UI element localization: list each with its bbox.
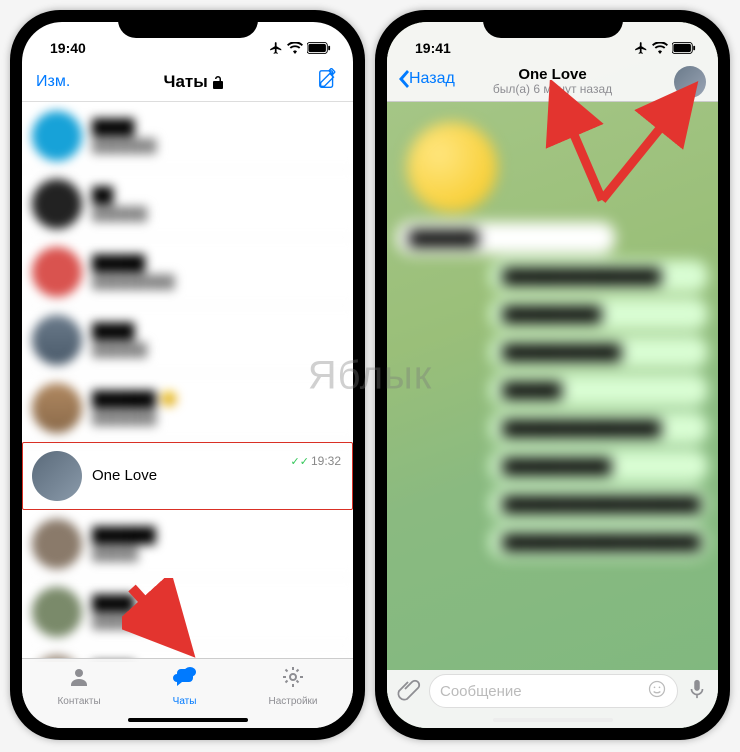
- airplane-icon: [269, 41, 283, 55]
- chevron-left-icon: [397, 70, 409, 88]
- chat-row[interactable]: ██████████: [22, 306, 353, 374]
- tab-contacts[interactable]: Контакты: [57, 665, 100, 707]
- chat-row[interactable]: ████████: [22, 170, 353, 238]
- battery-icon: [307, 42, 331, 54]
- tab-settings[interactable]: Настройки: [268, 665, 317, 707]
- tab-label: Настройки: [268, 696, 317, 707]
- chat-row[interactable]: ██████████: [22, 578, 353, 646]
- compose-icon: [317, 68, 339, 90]
- mic-icon: [686, 677, 708, 701]
- header-avatar[interactable]: [674, 66, 706, 98]
- tab-chats[interactable]: Чаты: [172, 665, 198, 707]
- chats-icon: [172, 665, 198, 695]
- notch: [483, 10, 623, 38]
- tab-label: Контакты: [57, 696, 100, 707]
- message-input[interactable]: Сообщение: [429, 674, 678, 708]
- message-out: ████████████████████: [490, 488, 708, 520]
- compose-button[interactable]: [317, 68, 339, 95]
- chat-row-one-love[interactable]: One Love ✓✓ 19:32: [22, 442, 353, 510]
- voice-button[interactable]: [686, 677, 708, 706]
- screen-chat-conversation: 19:41 Назад One Love был(а) 6 минут наза…: [387, 22, 718, 728]
- unlock-icon: [212, 75, 224, 89]
- home-indicator[interactable]: [128, 718, 248, 722]
- chat-row[interactable]: ██████████████: [22, 238, 353, 306]
- message-out: ████████████████████: [490, 526, 708, 558]
- page-title: Чаты: [164, 72, 224, 92]
- chat-last-seen: был(а) 6 минут назад: [493, 83, 612, 96]
- chat-title-area[interactable]: One Love был(а) 6 минут назад: [493, 67, 612, 97]
- settings-icon: [268, 665, 317, 695]
- back-button[interactable]: Назад: [397, 70, 455, 88]
- message-out: ██████: [490, 374, 708, 406]
- chat-name: One Love: [92, 467, 343, 484]
- paperclip-icon: [397, 677, 421, 701]
- airplane-icon: [634, 41, 648, 55]
- wifi-icon: [287, 42, 303, 54]
- tab-label: Чаты: [173, 696, 197, 707]
- sticker: [407, 122, 497, 212]
- message-out: ████████████: [490, 336, 708, 368]
- message-out: ████████████████: [490, 412, 708, 444]
- avatar: [32, 451, 82, 501]
- input-placeholder: Сообщение: [440, 683, 522, 700]
- sticker-icon: [647, 679, 667, 699]
- watermark: Яблык: [308, 354, 433, 399]
- message-out: ██████████: [490, 298, 708, 330]
- chat-row[interactable]: ███████████: [22, 102, 353, 170]
- status-indicators: [269, 41, 331, 55]
- battery-icon: [672, 42, 696, 54]
- attach-button[interactable]: [397, 677, 421, 706]
- message-in: ███████: [397, 222, 615, 254]
- chat-list[interactable]: ███████████ ████████ ██████████████ ████…: [22, 102, 353, 662]
- chat-row[interactable]: ███████████: [22, 510, 353, 578]
- chat-title: One Love: [493, 67, 612, 84]
- message-out: ███████████: [490, 450, 708, 482]
- message-out: ████████████████: [490, 260, 708, 292]
- status-indicators: [634, 41, 696, 55]
- status-time: 19:41: [415, 40, 451, 56]
- read-checks-icon: ✓✓: [291, 455, 309, 468]
- messages-area[interactable]: ███████ ████████████████ ██████████ ████…: [387, 102, 718, 668]
- sticker-button[interactable]: [647, 679, 667, 704]
- edit-button[interactable]: Изм.: [36, 73, 70, 91]
- message-input-bar: Сообщение: [387, 670, 718, 728]
- notch: [118, 10, 258, 38]
- screen-chats-list: 19:40 Изм. Чаты ███████████ ████████ ███…: [22, 22, 353, 728]
- chat-row[interactable]: ██████ 😊███████: [22, 374, 353, 442]
- chat-time: ✓✓ 19:32: [291, 454, 341, 468]
- nav-bar: Изм. Чаты: [22, 62, 353, 102]
- status-time: 19:40: [50, 40, 86, 56]
- contacts-icon: [57, 665, 100, 695]
- wifi-icon: [652, 42, 668, 54]
